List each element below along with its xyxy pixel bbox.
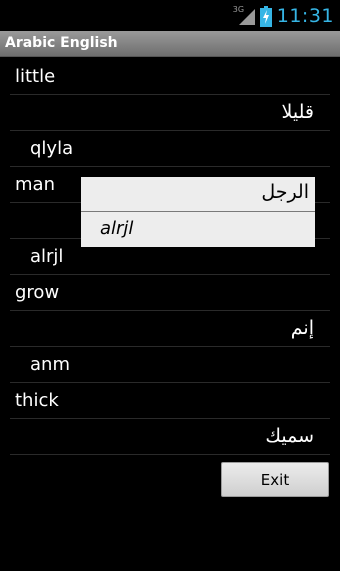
- status-bar: 3G 11:31: [0, 0, 340, 31]
- signal-strength-icon: [238, 9, 255, 25]
- list-item[interactable]: قليلا: [10, 95, 330, 131]
- screen: 3G 11:31 Arabic English little قليلا qly…: [0, 0, 340, 571]
- title-bar: Arabic English: [0, 31, 340, 57]
- popup-translit-text: alrjl: [100, 218, 134, 239]
- transliteration: qlyla: [30, 138, 74, 159]
- popup-arabic-row[interactable]: الرجل: [81, 177, 315, 212]
- list-item[interactable]: grow: [10, 275, 330, 311]
- word-list: little قليلا qlyla man alrjl grow إنم an…: [10, 59, 330, 455]
- transliteration: anm: [30, 354, 70, 375]
- arabic-word: قليلا: [281, 101, 314, 123]
- english-word: little: [15, 66, 56, 87]
- list-item[interactable]: little: [10, 59, 330, 95]
- english-word: grow: [15, 282, 60, 303]
- status-icons: 3G 11:31: [233, 4, 334, 28]
- network-indicator: 3G: [233, 6, 255, 26]
- english-word: thick: [15, 390, 59, 411]
- battery-charging-icon: [259, 5, 272, 27]
- arabic-word: سميك: [265, 425, 314, 447]
- list-item[interactable]: anm: [10, 347, 330, 383]
- list-item[interactable]: qlyla: [10, 131, 330, 167]
- arabic-word: إنم: [290, 317, 314, 339]
- english-word: man: [15, 174, 55, 195]
- translation-popup[interactable]: الرجل alrjl: [81, 177, 315, 247]
- popup-arabic-text: الرجل: [261, 181, 309, 203]
- clock: 11:31: [276, 5, 334, 27]
- popup-translit-row[interactable]: alrjl: [81, 212, 315, 247]
- list-item[interactable]: سميك: [10, 419, 330, 455]
- app-title: Arabic English: [5, 35, 118, 51]
- list-item[interactable]: thick: [10, 383, 330, 419]
- transliteration: alrjl: [30, 246, 64, 267]
- exit-button[interactable]: Exit: [221, 462, 329, 497]
- list-item[interactable]: إنم: [10, 311, 330, 347]
